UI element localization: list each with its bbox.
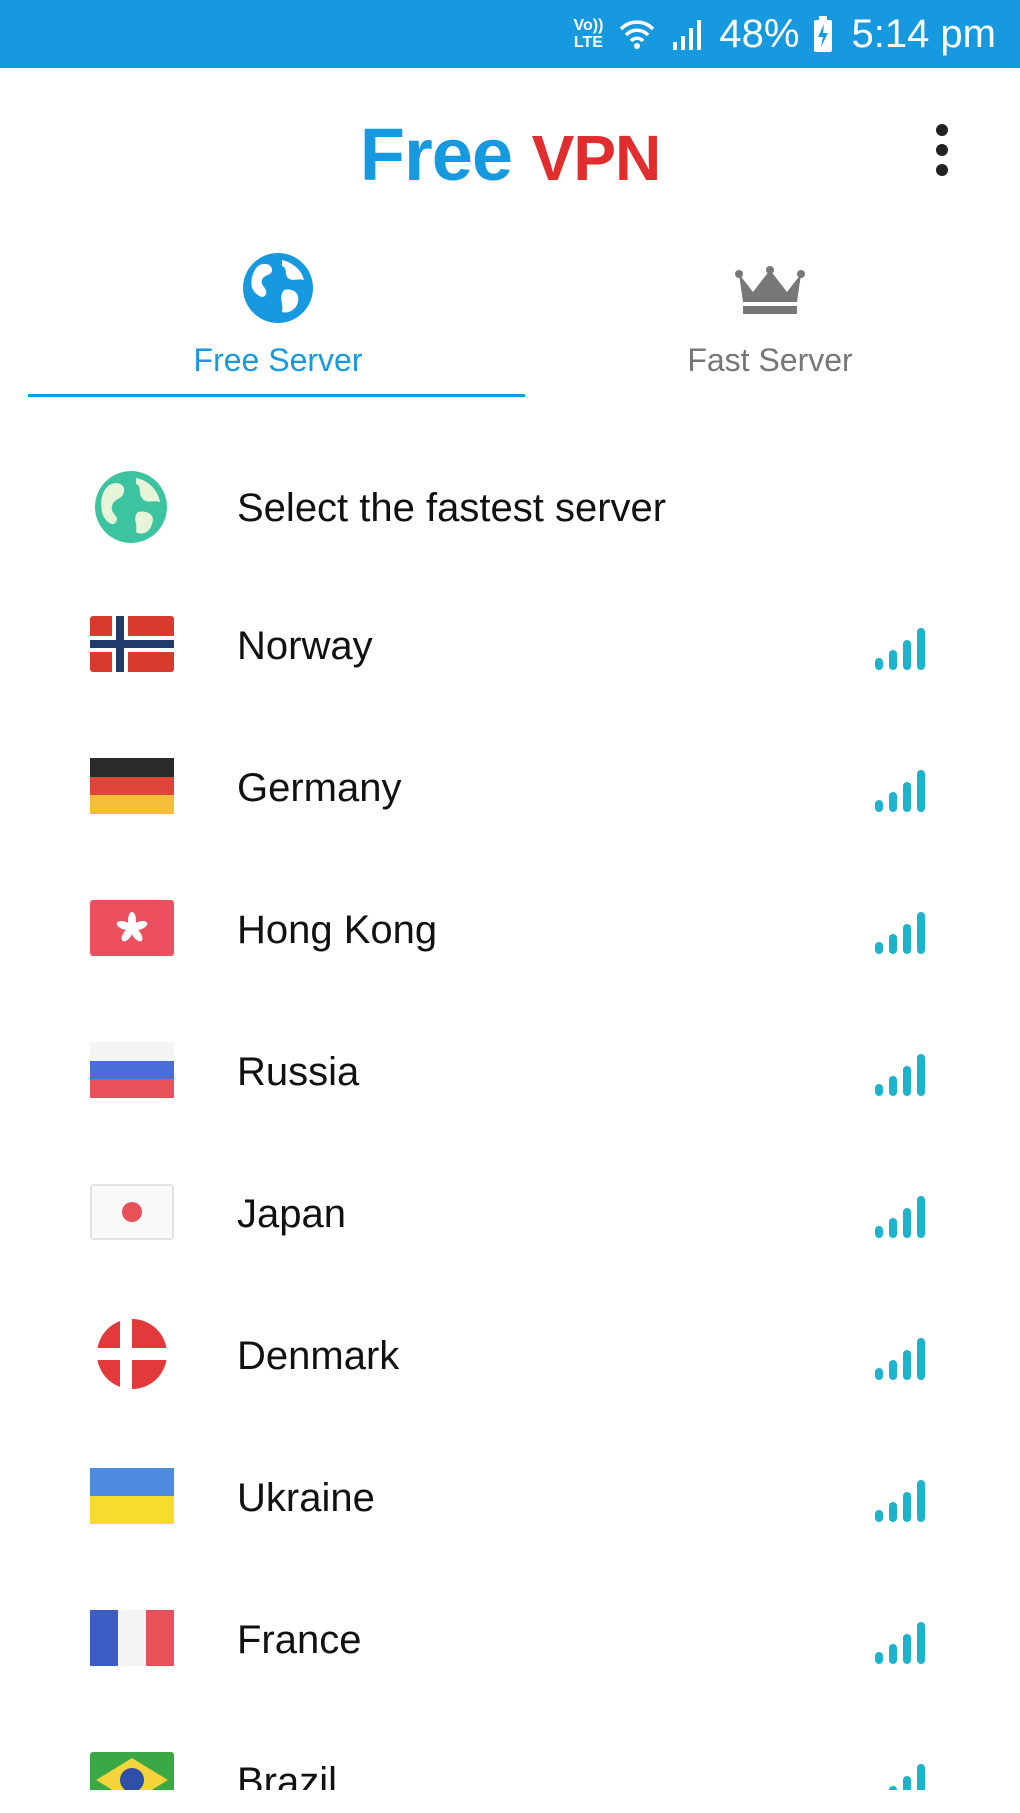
signal-strength-icon (875, 1622, 925, 1664)
server-list: Select the fastest server Norway Germany (0, 440, 1020, 1790)
battery-charging-icon (814, 16, 833, 52)
app-bar: Free VPN (0, 68, 1020, 236)
server-country-label: Japan (237, 1192, 346, 1236)
server-country-label: Brazil (237, 1760, 338, 1790)
fastest-server-item[interactable]: Select the fastest server (0, 440, 1020, 582)
server-tabs: Free Server Fast Server (0, 246, 1020, 402)
russia-flag-icon (90, 1042, 174, 1098)
volte-icon: Vo)) LTE (573, 17, 604, 51)
server-item-russia[interactable]: Russia (0, 1008, 1020, 1150)
signal-strength-icon (875, 1480, 925, 1522)
signal-strength-icon (875, 770, 925, 812)
brazil-flag-icon (90, 1752, 174, 1790)
server-country-label: Norway (237, 624, 373, 668)
globe-icon (95, 471, 167, 543)
server-item-germany[interactable]: Germany (0, 724, 1020, 866)
server-country-label: Russia (237, 1050, 360, 1094)
app-title: Free VPN (0, 112, 1020, 197)
france-flag-icon (90, 1610, 174, 1666)
signal-strength-icon (875, 1196, 925, 1238)
server-country-label: Hong Kong (237, 908, 438, 952)
tab-fast-server[interactable]: Fast Server (520, 246, 1020, 402)
server-item-japan[interactable]: Japan (0, 1150, 1020, 1292)
denmark-flag-icon (97, 1319, 167, 1389)
server-country-label: Ukraine (237, 1476, 375, 1520)
signal-strength-icon (875, 628, 925, 670)
tab-fast-server-label: Fast Server (687, 342, 853, 378)
status-bar: Vo)) LTE 48% 5:14 pm (0, 0, 1020, 68)
globe-icon (243, 253, 313, 323)
server-item-brazil[interactable]: Brazil (0, 1718, 1020, 1790)
server-item-france[interactable]: France (0, 1576, 1020, 1718)
fastest-server-label: Select the fastest server (237, 486, 667, 530)
signal-strength-icon (889, 1764, 925, 1790)
server-country-label: Denmark (237, 1334, 400, 1378)
norway-flag-icon (90, 616, 174, 672)
server-item-hong-kong[interactable]: Hong Kong (0, 866, 1020, 1008)
more-vertical-icon[interactable] (922, 120, 962, 180)
server-item-norway[interactable]: Norway (0, 582, 1020, 724)
server-item-ukraine[interactable]: Ukraine (0, 1434, 1020, 1576)
signal-strength-icon (875, 1338, 925, 1380)
app-title-vpn: VPN (531, 122, 662, 194)
battery-percent: 48% (719, 11, 800, 56)
germany-flag-icon (90, 758, 174, 814)
app-title-free: Free (359, 113, 513, 196)
server-item-denmark[interactable]: Denmark (0, 1292, 1020, 1434)
wifi-icon (620, 20, 655, 49)
crown-icon (735, 266, 805, 314)
tab-free-server[interactable]: Free Server (28, 246, 528, 402)
signal-strength-icon (875, 1054, 925, 1096)
server-country-label: Germany (237, 766, 402, 810)
clock: 5:14 pm (851, 11, 996, 56)
tab-free-server-label: Free Server (193, 342, 363, 378)
japan-flag-icon (90, 1184, 174, 1240)
ukraine-flag-icon (90, 1468, 174, 1524)
server-country-label: France (237, 1618, 362, 1662)
hong-kong-flag-icon (90, 900, 174, 956)
cell-signal-icon (673, 20, 702, 50)
active-tab-indicator (28, 394, 525, 397)
signal-strength-icon (875, 912, 925, 954)
